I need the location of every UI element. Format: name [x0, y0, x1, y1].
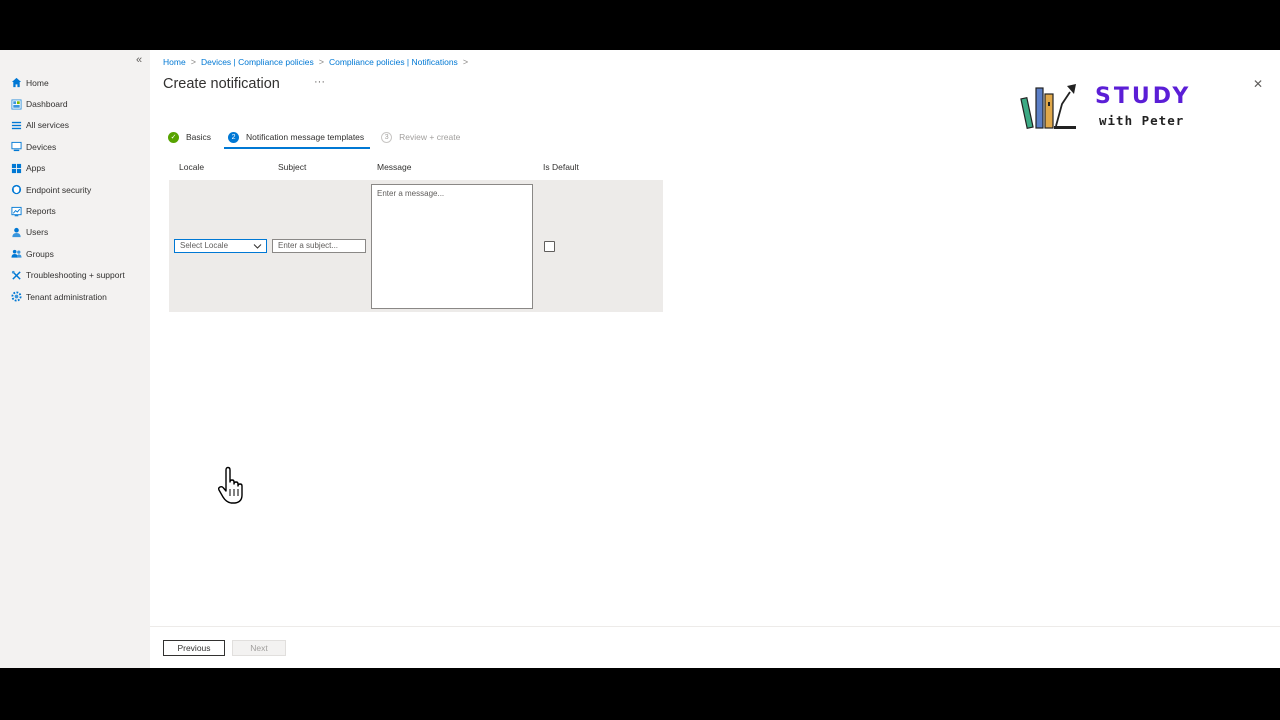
breadcrumb-separator: >: [318, 57, 324, 67]
locale-select-value: Select Locale: [180, 241, 229, 250]
logo-text-with-peter: with Peter: [1099, 113, 1185, 128]
sidebar-item-reports[interactable]: Reports: [0, 200, 150, 221]
troubleshooting-icon: [10, 269, 22, 281]
groups-icon: [10, 248, 22, 260]
close-icon[interactable]: ✕: [1253, 77, 1263, 91]
sidebar-item-all-services[interactable]: All services: [0, 115, 150, 136]
tenant-admin-icon: [10, 291, 22, 303]
sidebar-item-label: All services: [26, 120, 69, 131]
sidebar-item-apps[interactable]: Apps: [0, 158, 150, 179]
devices-icon: [10, 141, 22, 153]
page-title: Create notification: [163, 76, 280, 92]
sidebar-item-devices[interactable]: Devices: [0, 136, 150, 157]
users-icon: [10, 226, 22, 238]
collapse-nav-icon[interactable]: «: [136, 54, 142, 66]
sidebar-item-tenant-administration[interactable]: Tenant administration: [0, 286, 150, 307]
breadcrumb: Home > Devices | Compliance policies > C…: [163, 57, 473, 67]
sidebar-item-label: Reports: [26, 206, 56, 217]
books-lamp-icon: [1020, 84, 1076, 130]
nav-list: Home Dashboard All services Devices Apps…: [0, 72, 150, 307]
locale-select[interactable]: Select Locale: [174, 239, 267, 253]
previous-button[interactable]: Previous: [163, 640, 225, 656]
column-header-subject: Subject: [278, 162, 307, 172]
logo-text-study: STUDY: [1095, 84, 1192, 109]
step-number-icon: 3: [381, 131, 393, 143]
is-default-checkbox[interactable]: [544, 241, 555, 252]
sidebar-item-users[interactable]: Users: [0, 222, 150, 243]
study-with-peter-logo: STUDY with Peter: [1018, 80, 1208, 132]
column-header-locale: Locale: [179, 162, 205, 172]
template-row: Select Locale Enter a subject... Enter a…: [169, 180, 663, 312]
sidebar-item-label: Users: [26, 227, 49, 238]
wizard-footer: Previous Next: [150, 626, 1280, 668]
step-label: Notification message templates: [246, 132, 365, 142]
sidebar-item-label: Tenant administration: [26, 291, 107, 302]
column-header-is-default: Is Default: [543, 162, 579, 172]
sidebar-item-endpoint-security[interactable]: Endpoint security: [0, 179, 150, 200]
breadcrumb-compliance-notifications[interactable]: Compliance policies | Notifications: [329, 57, 458, 67]
hand-pointer-cursor-icon: [216, 466, 248, 506]
sidebar-item-home[interactable]: Home: [0, 72, 150, 93]
wizard-steps: ✓ Basics 2 Notification message template…: [168, 130, 477, 149]
step-number-icon: 2: [228, 131, 240, 143]
all-services-icon: [10, 119, 22, 131]
breadcrumb-devices-compliance[interactable]: Devices | Compliance policies: [201, 57, 314, 67]
subject-input[interactable]: Enter a subject...: [272, 239, 366, 253]
sidebar-item-groups[interactable]: Groups: [0, 243, 150, 264]
sidebar-item-label: Devices: [26, 141, 57, 152]
step-review-create[interactable]: 3 Review + create: [381, 131, 461, 143]
message-textarea[interactable]: Enter a message...: [371, 184, 533, 309]
sidebar-item-label: Endpoint security: [26, 184, 92, 195]
sidebar-item-dashboard[interactable]: Dashboard: [0, 93, 150, 114]
sidebar-item-label: Apps: [26, 163, 46, 174]
sidebar-item-label: Home: [26, 77, 49, 88]
template-grid-header: Locale Subject Message Is Default: [169, 162, 664, 174]
reports-icon: [10, 205, 22, 217]
dashboard-icon: [10, 98, 22, 110]
breadcrumb-separator: >: [190, 57, 196, 67]
sidebar-item-label: Groups: [26, 248, 54, 259]
sidebar-item-label: Troubleshooting + support: [26, 270, 125, 281]
check-icon: ✓: [168, 131, 179, 143]
next-button[interactable]: Next: [232, 640, 286, 656]
sidebar-item-troubleshooting[interactable]: Troubleshooting + support: [0, 265, 150, 286]
portal-window: « Home Dashboard All services Devices Ap…: [0, 50, 1280, 668]
step-label: Review + create: [399, 132, 461, 142]
home-icon: [10, 77, 22, 89]
step-notification-message-templates[interactable]: 2 Notification message templates: [224, 131, 371, 149]
more-options-icon[interactable]: ···: [314, 76, 325, 88]
endpoint-security-icon: [10, 184, 22, 196]
column-header-message: Message: [377, 162, 412, 172]
chevron-down-icon: [253, 240, 262, 256]
breadcrumb-home[interactable]: Home: [163, 57, 186, 67]
step-label: Basics: [186, 132, 212, 142]
step-basics[interactable]: ✓ Basics: [168, 131, 212, 143]
left-nav: « Home Dashboard All services Devices Ap…: [0, 50, 150, 668]
apps-icon: [10, 162, 22, 174]
main-content: Home > Devices | Compliance policies > C…: [150, 50, 1280, 668]
sidebar-item-label: Dashboard: [26, 99, 68, 110]
breadcrumb-separator: >: [462, 57, 469, 67]
